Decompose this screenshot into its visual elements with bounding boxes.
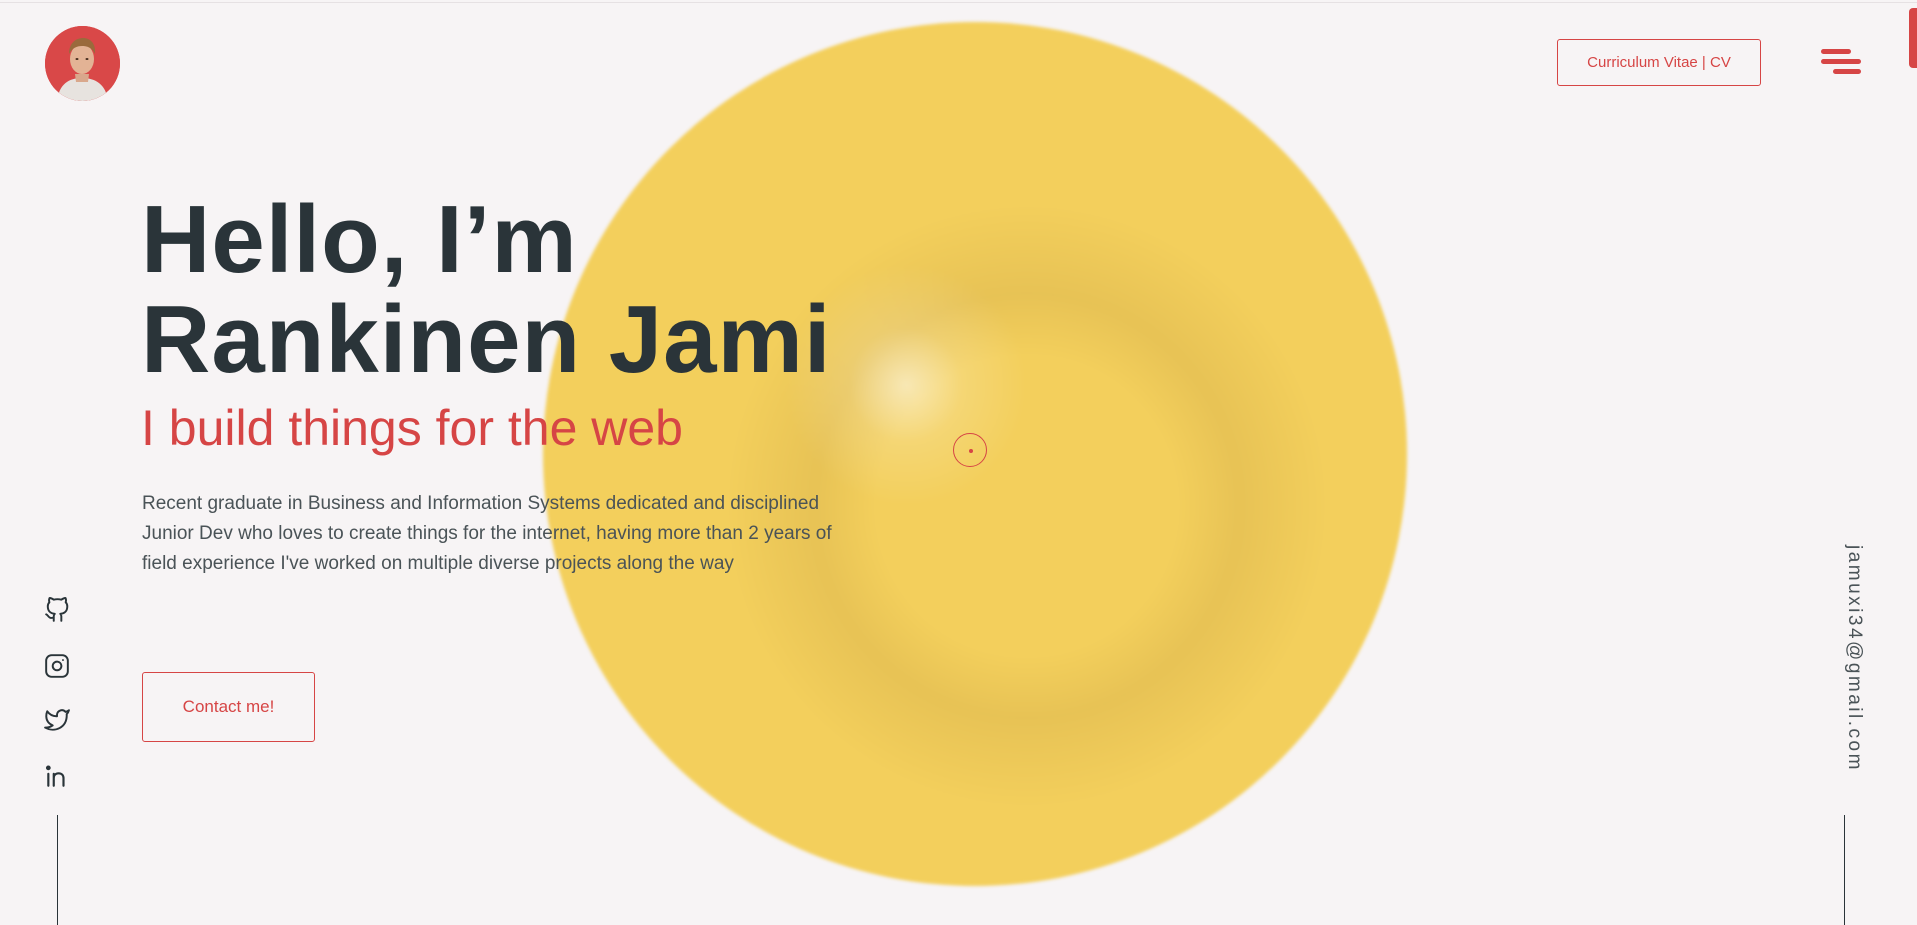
cursor-dot xyxy=(969,449,973,453)
avatar[interactable] xyxy=(45,26,120,101)
menu-bar-top xyxy=(1821,49,1851,54)
right-vertical-line xyxy=(1844,815,1845,925)
menu-icon[interactable] xyxy=(1821,49,1861,79)
contact-button[interactable]: Contact me! xyxy=(142,672,315,742)
cv-button[interactable]: Curriculum Vitae | CV xyxy=(1557,39,1761,86)
hero-title: Hello, I’m Rankinen Jami xyxy=(141,190,941,390)
hero-title-line2: Rankinen Jami xyxy=(141,286,832,393)
menu-bar-bottom xyxy=(1833,69,1861,74)
top-divider xyxy=(0,2,1917,3)
page: Curriculum Vitae | CV Hello, I’m Rankine… xyxy=(0,0,1917,925)
email-link[interactable]: jamuxi34@gmail.com xyxy=(1843,545,1865,772)
hero-section: Hello, I’m Rankinen Jami I build things … xyxy=(141,190,941,457)
linkedin-icon[interactable] xyxy=(44,763,70,789)
hero-title-line1: Hello, I’m xyxy=(141,186,578,293)
avatar-portrait xyxy=(45,26,120,101)
scroll-indicator[interactable] xyxy=(1909,8,1917,68)
hero-subtitle: I build things for the web xyxy=(141,400,683,456)
hero-description: Recent graduate in Business and Informat… xyxy=(142,493,832,574)
instagram-icon[interactable] xyxy=(44,653,70,679)
github-icon[interactable] xyxy=(44,597,70,623)
left-vertical-line xyxy=(57,815,58,925)
menu-bar-middle xyxy=(1821,59,1861,64)
twitter-icon[interactable] xyxy=(44,707,70,733)
